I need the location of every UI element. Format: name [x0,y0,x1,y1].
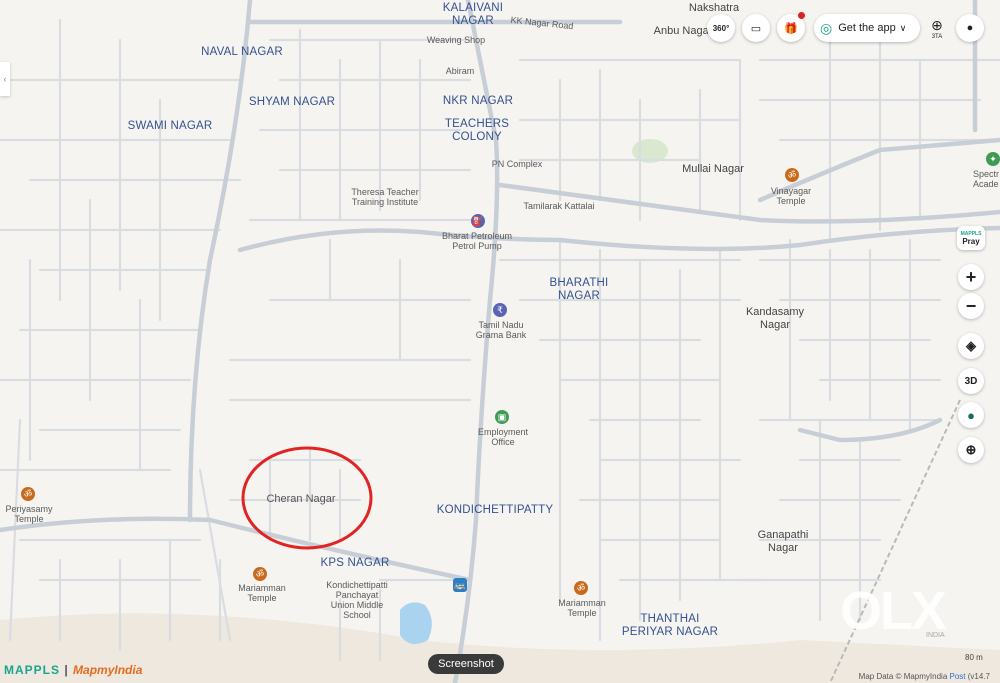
area-label-shyam: SHYAM NAGAR [248,96,336,108]
poi-bharat[interactable]: Bharat Petroleum Petrol Pump [442,231,512,251]
area-label-kondi: KONDICHETTIPATTY [436,504,554,516]
chevron-down-icon: ∨ [899,22,907,33]
user-icon: ● [966,22,974,34]
poi-abiram[interactable]: Abiram [446,66,475,76]
bus-stop-icon[interactable]: 🚌 [453,578,467,592]
poi-mariamman2[interactable]: Mariamman Temple [558,598,606,618]
area-label-teachers: TEACHERS COLONY [444,118,510,143]
poi-school[interactable]: Kondichettipatti Panchayat Union Middle … [326,580,388,620]
petrol-pump-icon[interactable]: ⛽ [471,214,485,228]
pray-button[interactable]: MAPPLS Pray [957,226,985,250]
plus-icon: + [965,266,977,287]
view-360-button[interactable]: 360° [707,14,735,42]
poi-periyasamy[interactable]: Periyasamy Temple [5,504,52,524]
locate-button[interactable]: ⊕ [958,437,984,463]
get-app-label: Get the app [838,22,896,34]
minus-icon: − [965,295,977,316]
olx-watermark-sub: INDIA [926,632,945,639]
version-label: (v14.7 [967,672,990,681]
poi-mariamman1[interactable]: Mariamman Temple [238,583,286,603]
temple-icon[interactable]: ॐ [785,168,799,182]
3d-button[interactable]: 3D [958,368,984,394]
brand-separator: | [60,663,74,677]
map-attribution: Map Data © MapmyIndia Post (v14.7 [859,672,990,681]
360-view-icon: 360° [712,23,730,33]
compass-button[interactable]: ● [958,402,984,428]
pray-label: Pray [962,236,980,246]
zoom-in-button[interactable]: + [958,264,984,290]
poi-theresa[interactable]: Theresa Teacher Training Institute [351,187,418,207]
area-label-swami: SWAMI NAGAR [127,120,213,132]
brand-left: MAPPLS [4,663,61,677]
post-link[interactable]: Post [950,672,966,681]
get-app-button[interactable]: ◎ Get the app ∨ [814,14,920,42]
area-label-kps: KPS NAGAR [320,557,390,569]
fingerprint-icon: ◎ [820,19,833,36]
compass-icon: ● [967,407,975,423]
poi-pncomplex[interactable]: PN Complex [492,159,543,169]
screenshot-button[interactable]: Screenshot [428,654,504,674]
poi-weaving[interactable]: Weaving Shop [427,35,485,45]
poi-vinayagar[interactable]: Vinayagar Temple [771,186,811,206]
layers-icon: ◈ [966,338,976,353]
attribution-label: Map Data © MapmyIndia [858,672,948,681]
ruler-icon: ▭ [750,22,762,35]
3d-label: 3D [964,375,978,387]
measure-button[interactable]: ▭ [742,14,770,42]
left-panel-toggle[interactable]: ‹ [0,62,10,96]
layers-button[interactable]: ◈ [958,333,984,359]
locality-cheran: Cheran Nagar [266,493,336,505]
chevron-left-icon: ‹ [3,74,7,84]
profile-button[interactable]: ● [956,14,984,42]
office-icon[interactable]: ▣ [495,410,509,424]
area-label-nkr: NKR NAGAR [442,95,514,107]
brand-right: MapmyIndia [73,663,143,677]
scale-label: 80 m [965,653,983,662]
academy-icon[interactable]: ✦ [986,152,1000,166]
locality-anbu: Anbu Nagar [653,25,713,37]
poi-tamilarak[interactable]: Tamilarak Kattalai [523,201,594,211]
temple-icon[interactable]: ॐ [574,581,588,595]
area-label-thanthai: THANTHAI PERIYAR NAGAR [621,613,719,638]
zoom-out-button[interactable]: − [958,293,984,319]
globe-icon: ⊕ [931,16,943,33]
poi-spectra[interactable]: Spectr Acade [973,169,999,189]
locality-kandasamy: Kandasamy Nagar [745,306,805,331]
crosshair-icon: ⊕ [965,442,977,457]
gift-icon: 🎁 [784,22,798,35]
locality-nakshatra: Nakshatra [688,2,740,14]
language-sub-label: 3TA [931,33,943,40]
bank-icon[interactable]: ₹ [493,303,507,317]
brand-logo: MAPPLS | MapmyIndia [4,663,142,677]
area-label-naval: NAVAL NAGAR [201,46,283,58]
notification-dot [798,12,805,19]
temple-icon[interactable]: ॐ [21,487,35,501]
locality-ganapathi: Ganapathi Nagar [757,529,809,554]
area-label-bharathi: BHARATHI NAGAR [549,277,609,302]
poi-tnbank[interactable]: Tamil Nadu Grama Bank [476,320,527,340]
temple-icon[interactable]: ॐ [253,567,267,581]
locality-mullai: Mullai Nagar [682,163,744,175]
area-label-kalaivani: KALAIVANI NAGAR [442,2,504,27]
language-button[interactable]: ⊕ 3TA [923,14,951,42]
poi-employment[interactable]: Employment Office [478,427,528,447]
